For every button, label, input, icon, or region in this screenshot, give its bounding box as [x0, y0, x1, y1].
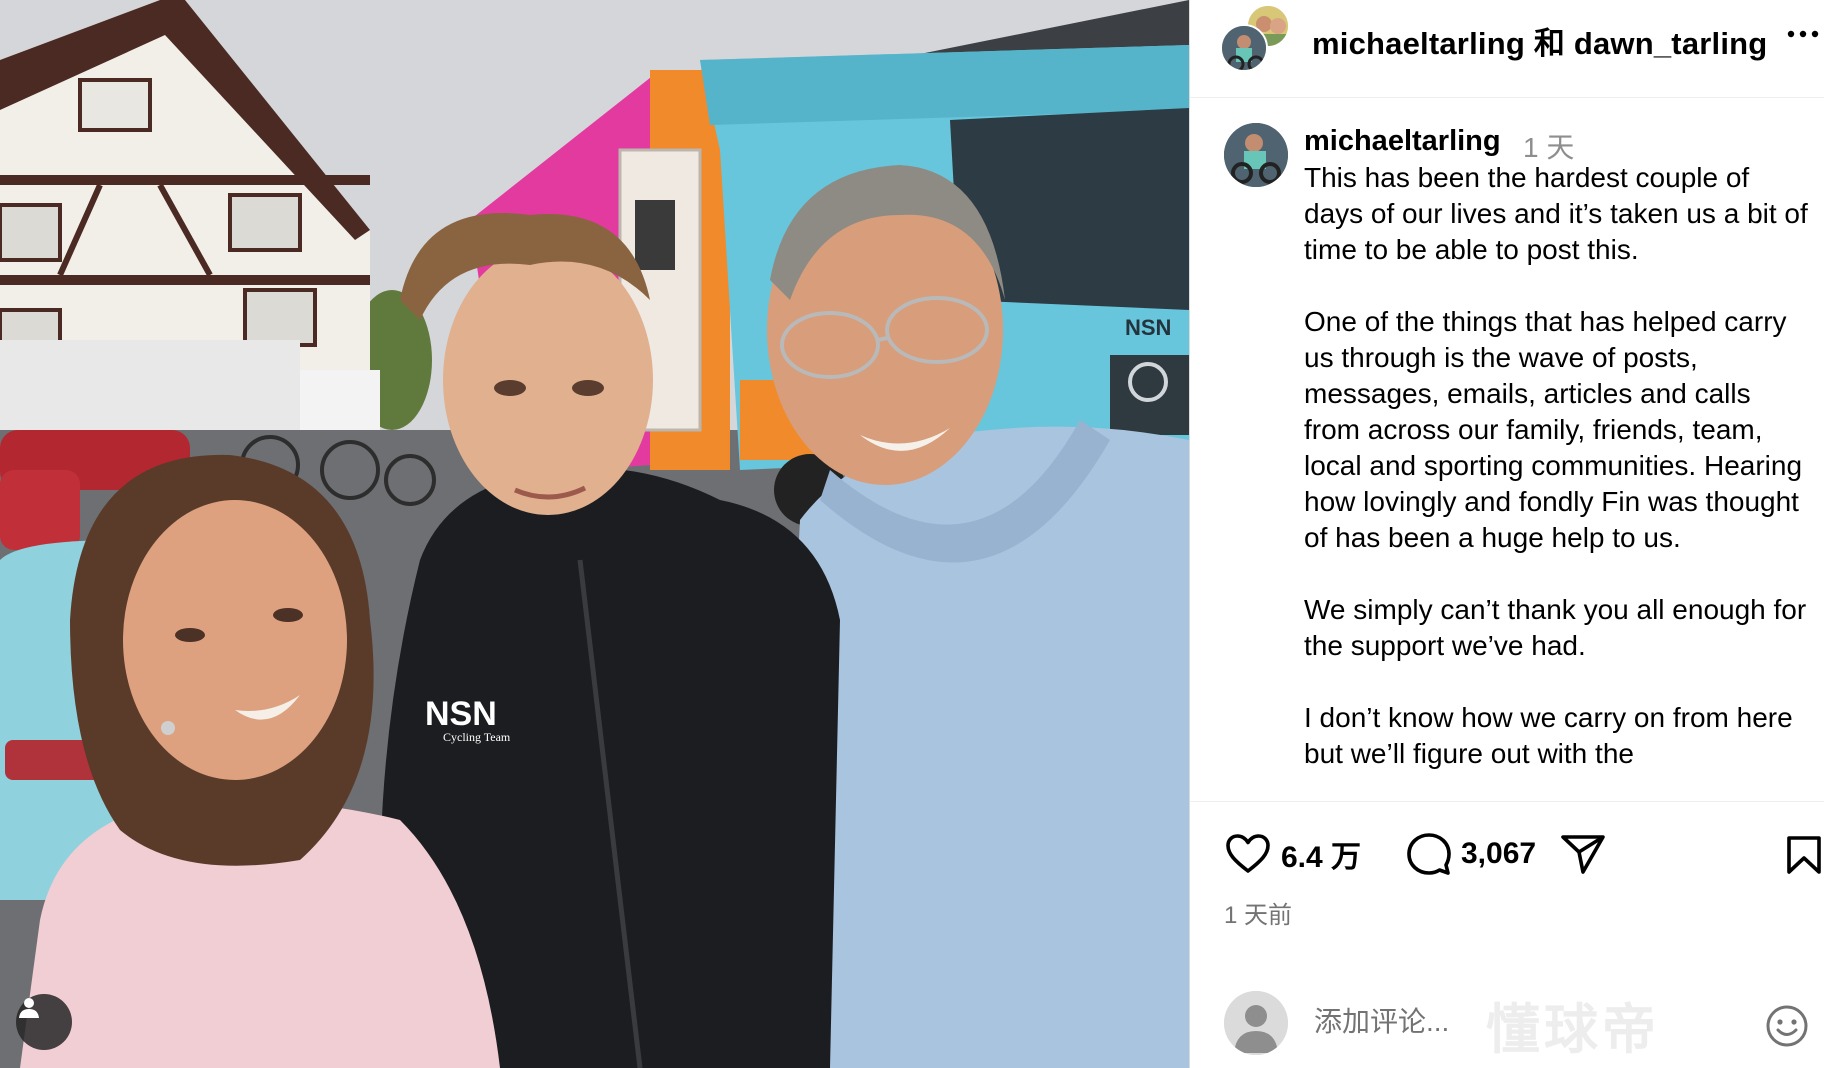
caption-text: This has been the hardest couple of days…	[1304, 160, 1814, 801]
current-user-avatar	[1224, 991, 1288, 1055]
caption-paragraph: This has been the hardest couple of days…	[1304, 162, 1808, 265]
header-username-1[interactable]: michaeltarling	[1312, 26, 1525, 61]
post-header: michaeltarling 和 dawn_tarling	[1190, 0, 1824, 98]
more-horizontal-icon[interactable]	[1786, 24, 1820, 44]
truck-logo-text: NSN	[1125, 315, 1171, 340]
caption-username[interactable]: michaeltarling	[1304, 125, 1501, 158]
caption-avatar[interactable]	[1224, 123, 1288, 187]
collab-usernames: michaeltarling 和 dawn_tarling	[1312, 18, 1767, 63]
caption-paragraph: One of the things that has helped carry …	[1304, 306, 1803, 553]
share-button[interactable]	[1561, 834, 1605, 874]
caption-paragraph: We simply can’t thank you all enough for…	[1304, 594, 1807, 661]
default-avatar-icon	[1224, 991, 1288, 1055]
jacket-logo-text: NSN	[425, 695, 497, 733]
comment-count[interactable]: 3,067	[1461, 837, 1536, 871]
post-photo[interactable]: NSN NSN Cycling Team	[0, 0, 1189, 1068]
share-icon	[1561, 835, 1605, 874]
avatar-michael[interactable]	[1220, 24, 1268, 72]
emoji-icon[interactable]	[1764, 1003, 1810, 1049]
caption-area[interactable]: michaeltarling 1 天 This has been the har…	[1190, 99, 1824, 801]
like-button[interactable]: 6.4 万	[1225, 832, 1361, 876]
post-actions: 6.4 万 3,067 1 天前 添加评论... 懂球帝	[1190, 801, 1824, 1068]
jacket-sublogo-text: Cycling Team	[443, 730, 511, 744]
avatar-image	[1224, 123, 1288, 187]
post-age[interactable]: 1 天前	[1224, 895, 1292, 930]
comment-button[interactable]: 3,067	[1407, 832, 1536, 876]
tagged-users-button[interactable]	[16, 994, 72, 1050]
header-joiner: 和	[1533, 26, 1566, 61]
bookmark-icon	[1787, 836, 1821, 874]
post-details-panel: michaeltarling 和 dawn_tarling michaeltar…	[1189, 0, 1824, 1068]
avatar-image	[1222, 26, 1266, 70]
caption-paragraph: I don’t know how we carry on from here b…	[1304, 702, 1793, 769]
heart-icon	[1226, 834, 1270, 873]
person-icon	[19, 998, 39, 1018]
save-button[interactable]	[1786, 835, 1822, 875]
photo-image: NSN NSN Cycling Team	[0, 0, 1189, 1068]
add-comment-row: 懂球帝	[1190, 977, 1824, 1068]
header-username-2[interactable]: dawn_tarling	[1574, 26, 1768, 61]
like-count[interactable]: 6.4 万	[1281, 832, 1361, 876]
watermark: 懂球帝	[1486, 1000, 1660, 1060]
comment-icon	[1407, 833, 1451, 875]
collab-avatars[interactable]	[1220, 4, 1290, 72]
